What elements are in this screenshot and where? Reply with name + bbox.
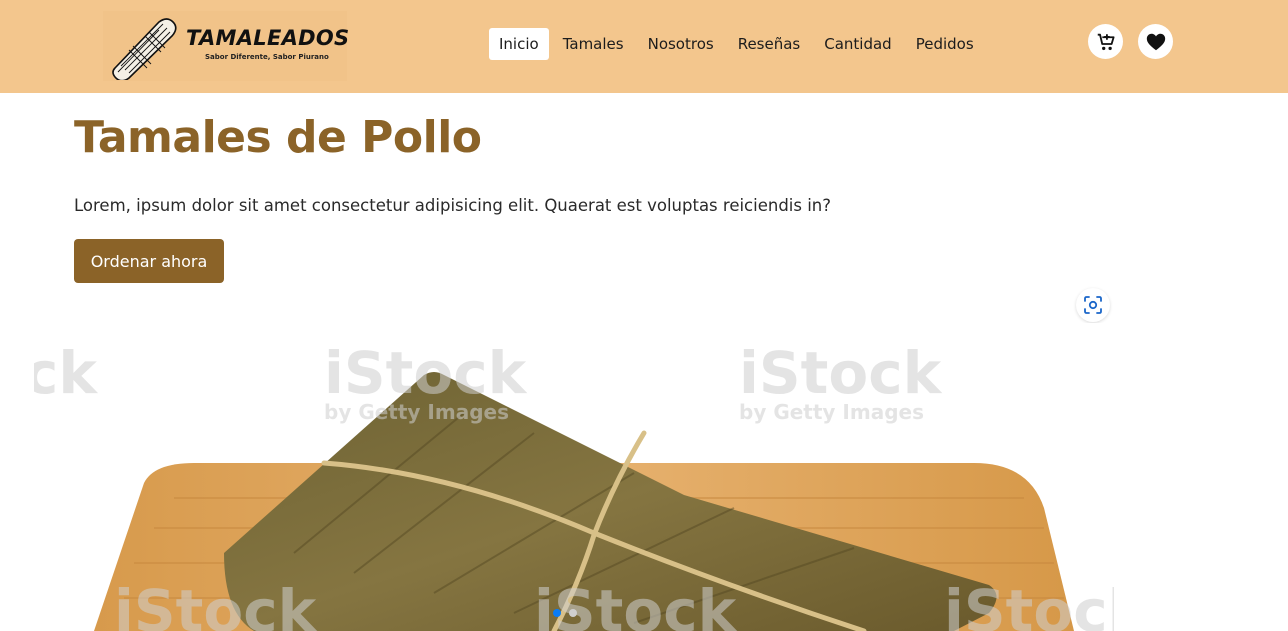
nav-item-inicio[interactable]: Inicio <box>489 28 549 60</box>
visual-search-button[interactable] <box>1076 288 1110 322</box>
watermark-text: ck <box>34 339 98 407</box>
watermark-text: iStock <box>739 339 943 407</box>
watermark-subtext: by Getty Images <box>739 400 924 424</box>
hero-description: Lorem, ipsum dolor sit amet consectetur … <box>74 196 832 215</box>
site-header: TAMALEADOS Sabor Diferente, Sabor Piuran… <box>0 0 1288 93</box>
brand-tagline: Sabor Diferente, Sabor Piurano <box>205 53 329 61</box>
watermark-text: iStock <box>324 339 528 407</box>
lens-scan-icon <box>1084 296 1102 314</box>
hero-image: ck iStock iStock iStock iStock iStock by… <box>34 323 1114 631</box>
watermark-text: iStock <box>534 577 738 631</box>
tamal-photo: ck iStock iStock iStock iStock iStock by… <box>34 339 1114 631</box>
order-now-button[interactable]: Ordenar ahora <box>74 239 224 283</box>
carousel-dot[interactable] <box>569 609 577 617</box>
watermark-subtext: by Getty Images <box>324 400 509 424</box>
brand-logo[interactable]: TAMALEADOS Sabor Diferente, Sabor Piuran… <box>103 11 350 81</box>
hero-title: Tamales de Pollo <box>74 112 482 163</box>
nav-item-pedidos[interactable]: Pedidos <box>906 28 984 60</box>
brand-name: TAMALEADOS <box>186 26 350 50</box>
nav-item-cantidad[interactable]: Cantidad <box>814 28 901 60</box>
carousel-dot[interactable] <box>553 609 561 617</box>
tamal-logo-icon <box>112 18 177 80</box>
carousel-indicators <box>553 609 577 617</box>
favorites-button[interactable] <box>1138 24 1173 59</box>
cart-icon <box>1097 33 1115 50</box>
nav-item-nosotros[interactable]: Nosotros <box>638 28 724 60</box>
watermark-text: iStock <box>944 577 1114 631</box>
nav-item-resenas[interactable]: Reseñas <box>728 28 811 60</box>
nav-item-tamales[interactable]: Tamales <box>553 28 634 60</box>
heart-icon <box>1146 33 1165 50</box>
watermark-text: iStock <box>114 577 318 631</box>
main-nav: Inicio Tamales Nosotros Reseñas Cantidad Pedi… <box>489 28 988 60</box>
cart-button[interactable] <box>1088 24 1123 59</box>
